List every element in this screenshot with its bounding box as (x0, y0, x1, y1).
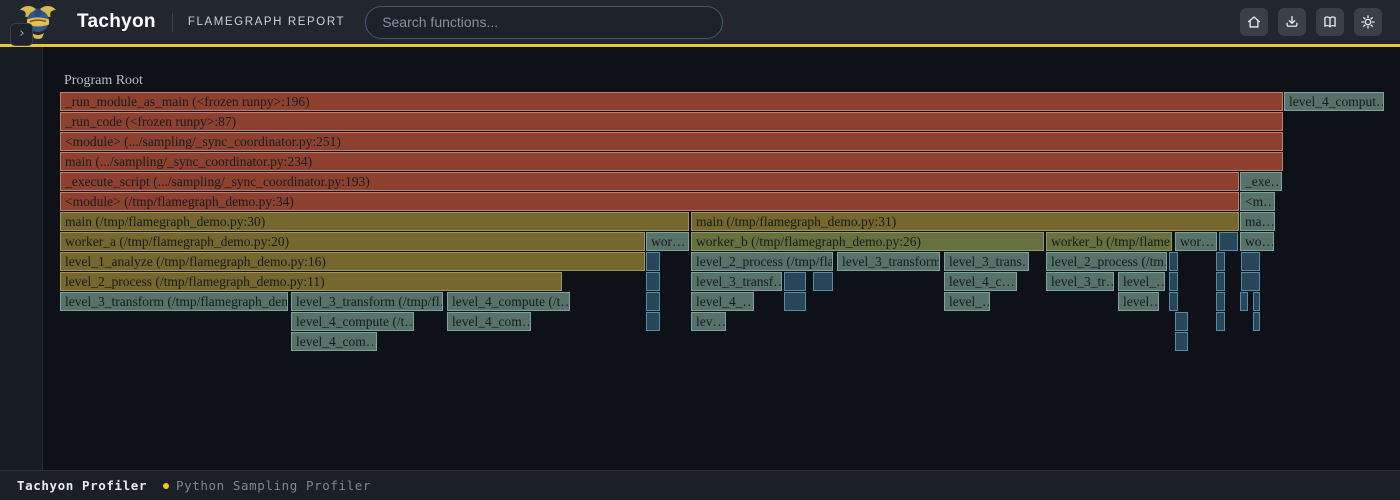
home-icon (1246, 14, 1262, 30)
flame-bar[interactable]: worker_a (/tmp/flamegraph_demo.py:20) (60, 232, 645, 251)
report-type-label: FLAMEGRAPH REPORT (188, 16, 345, 28)
flame-bar[interactable]: level_1_analyze (/tmp/flamegraph_demo.py… (60, 252, 645, 271)
flame-bar[interactable]: <module> (/tmp/flamegraph_demo.py:34) (60, 192, 1239, 211)
flame-bar[interactable]: level_2_process (/tmp/flamegraph_demo.py… (60, 272, 562, 291)
flame-bar[interactable] (1169, 292, 1178, 311)
flame-bar[interactable]: level_3_transform (/tmp/fl… (291, 292, 443, 311)
flame-bar[interactable] (1240, 292, 1248, 311)
flame-bar[interactable]: <m… (1240, 192, 1275, 211)
flame-bar[interactable] (646, 252, 660, 271)
sun-icon (1360, 14, 1376, 30)
docs-button[interactable] (1316, 8, 1344, 36)
flame-bar[interactable] (813, 272, 833, 291)
flame-bar[interactable]: wor… (1175, 232, 1217, 251)
flame-bar[interactable]: _run_code (<frozen runpy>:87) (60, 112, 1283, 131)
flame-bar[interactable]: level_3_trans… (944, 252, 1029, 271)
flame-bar[interactable]: main (.../sampling/_sync_coordinator.py:… (60, 152, 1283, 171)
flame-bar[interactable]: ma… (1240, 212, 1275, 231)
flame-bar[interactable]: level_3_transf… (691, 272, 782, 291)
flame-bar[interactable]: level_4_compute (/t… (447, 292, 570, 311)
flame-bar[interactable] (1241, 272, 1260, 291)
flamegraph-root-frame[interactable]: Program Root (64, 73, 143, 89)
header-accent-line (0, 44, 1400, 47)
flame-bar[interactable] (1169, 272, 1178, 291)
status-subtitle: Python Sampling Profiler (176, 478, 371, 493)
flame-bar[interactable]: level… (1118, 292, 1159, 311)
flame-bar[interactable]: level_3_transform… (837, 252, 940, 271)
home-button[interactable] (1240, 8, 1268, 36)
flame-bar[interactable] (646, 312, 660, 331)
flame-bar[interactable]: level_… (1118, 272, 1165, 291)
flame-bar[interactable] (1175, 312, 1188, 331)
flame-bar[interactable] (1253, 312, 1260, 331)
flame-bar[interactable] (784, 272, 806, 291)
book-icon (1322, 14, 1338, 30)
flame-bar[interactable]: _exe… (1240, 172, 1282, 191)
header: Tachyon FLAMEGRAPH REPORT (0, 0, 1400, 44)
sidebar-expand-button[interactable]: › (10, 23, 33, 46)
flame-bar[interactable] (784, 292, 806, 311)
flame-bar[interactable] (1253, 292, 1260, 311)
app-title: Tachyon (77, 11, 156, 33)
flame-bar[interactable] (646, 272, 660, 291)
flame-bar[interactable]: level_2_process (/tmp/fla… (691, 252, 833, 271)
flame-bar[interactable]: level_2_process (/tm… (1046, 252, 1167, 271)
download-button[interactable] (1278, 8, 1306, 36)
flame-bar[interactable]: wo… (1240, 232, 1274, 251)
flame-bar[interactable]: level_4_compute (/t… (291, 312, 414, 331)
flame-bar[interactable]: level_3_transform (/tmp/flamegraph_dem… (60, 292, 288, 311)
flame-bar[interactable]: _execute_script (.../sampling/_sync_coor… (60, 172, 1239, 191)
flame-bar[interactable]: level_4_comput… (1284, 92, 1384, 111)
header-divider (172, 13, 173, 32)
status-bar: Tachyon Profiler Python Sampling Profile… (0, 470, 1400, 500)
flame-bar[interactable] (1216, 252, 1225, 271)
flame-bar[interactable] (1216, 312, 1225, 331)
flame-bar[interactable] (1219, 232, 1238, 251)
flame-bar[interactable] (1169, 252, 1178, 271)
flame-bar[interactable]: worker_b (/tmp/flamegraph_demo.py:26) (691, 232, 1044, 251)
flame-bar[interactable]: main (/tmp/flamegraph_demo.py:31) (691, 212, 1239, 231)
flame-bar[interactable]: _run_module_as_main (<frozen runpy>:196) (60, 92, 1283, 111)
flame-bar[interactable]: level_4_… (691, 292, 754, 311)
flame-bar[interactable]: level_4_c… (944, 272, 1017, 291)
flame-bar[interactable]: level_3_tr… (1046, 272, 1114, 291)
status-app-name: Tachyon Profiler (17, 478, 147, 493)
flame-bar[interactable] (1216, 272, 1225, 291)
flame-bar[interactable] (1241, 252, 1260, 271)
flame-bar[interactable]: worker_b (/tmp/flame… (1046, 232, 1172, 251)
search-input[interactable] (365, 6, 723, 39)
flame-bar[interactable] (1175, 332, 1188, 351)
flame-bar[interactable]: level_4_com… (447, 312, 531, 331)
flame-bar[interactable]: <module> (.../sampling/_sync_coordinator… (60, 132, 1283, 151)
download-icon (1284, 14, 1300, 30)
flame-bar[interactable]: lev… (691, 312, 726, 331)
flame-bar[interactable] (646, 292, 660, 311)
flame-bar[interactable]: main (/tmp/flamegraph_demo.py:30) (60, 212, 689, 231)
sidebar (0, 47, 43, 470)
flame-bar[interactable]: level_4_com… (291, 332, 377, 351)
header-actions (1240, 8, 1382, 36)
flame-bar[interactable]: level_… (944, 292, 990, 311)
theme-button[interactable] (1354, 8, 1382, 36)
flame-bar[interactable] (1216, 292, 1225, 311)
flame-bar[interactable]: wor… (646, 232, 689, 251)
status-dot-icon (163, 483, 169, 489)
